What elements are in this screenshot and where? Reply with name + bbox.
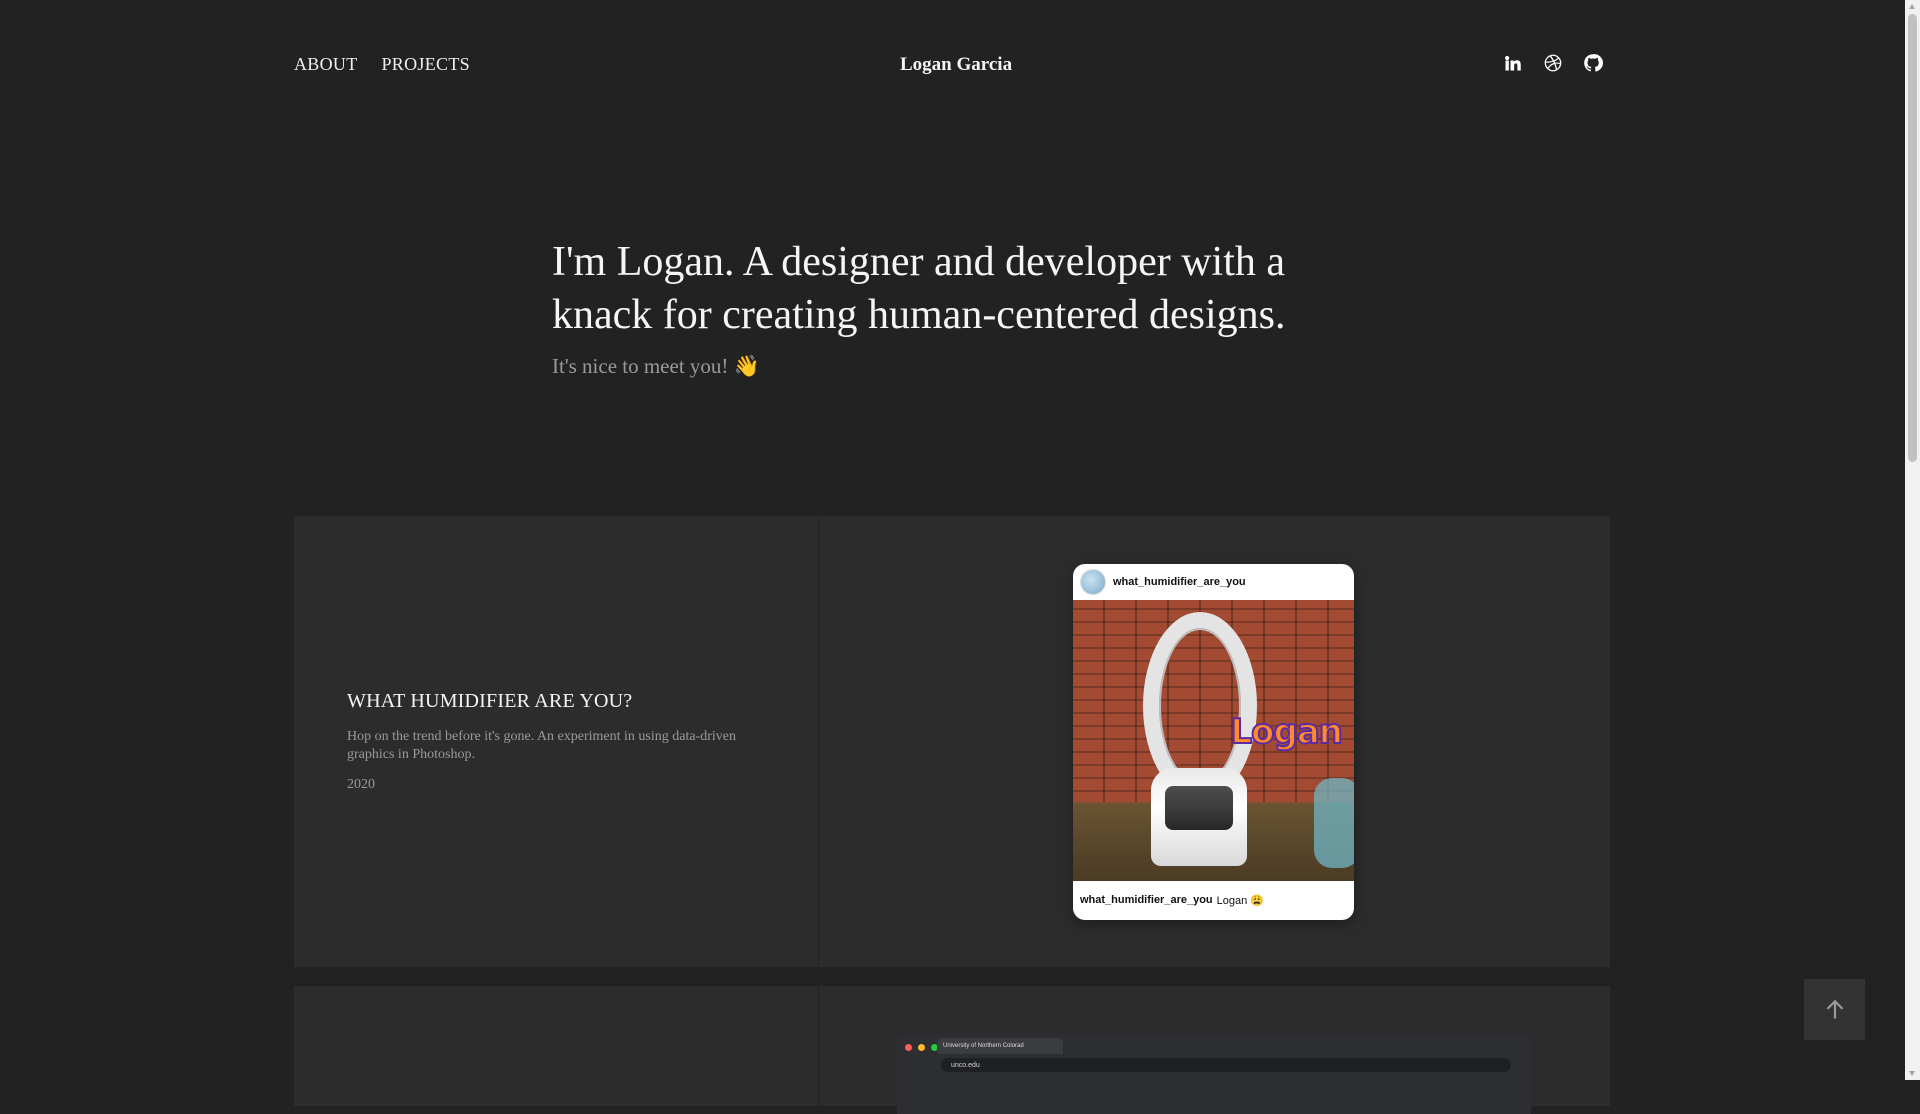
github-icon[interactable] [1582, 52, 1604, 74]
project-description: Hop on the trend before it's gone. An ex… [347, 729, 736, 762]
humidifier-photo: Logan [1073, 600, 1354, 881]
address-url: unco.edu [951, 1061, 980, 1069]
browser-tab: University of Northern Colorad [937, 1038, 1063, 1054]
project-card[interactable]: University of Northern Colorad unco.edu [294, 986, 1610, 1114]
caption-username: what_humidifier_are_you [1080, 894, 1213, 906]
tab-title: University of Northern Colorad [943, 1043, 1024, 1049]
linkedin-icon[interactable] [1502, 52, 1524, 74]
scroll-up-icon[interactable] [1909, 4, 1915, 9]
project-preview[interactable]: what_humidifier_are_you Logan what_humid… [819, 516, 1610, 967]
overlay-name-text: Logan [1229, 711, 1344, 753]
project-year: 2020 [347, 777, 375, 792]
humidifier-tank [1165, 786, 1233, 830]
project-info: WHAT HUMIDIFIER ARE YOU? Hop on the tren… [294, 516, 819, 967]
project-card[interactable]: WHAT HUMIDIFIER ARE YOU? Hop on the tren… [294, 516, 1610, 967]
nav-about-link[interactable]: ABOUT [294, 54, 358, 75]
site-brand[interactable]: Logan Garcia [900, 54, 1012, 76]
primary-nav: ABOUT PROJECTS [294, 54, 470, 75]
project-title[interactable]: WHAT HUMIDIFIER ARE YOU? [347, 690, 632, 713]
nav-projects-link[interactable]: PROJECTS [382, 54, 470, 75]
hero-section: I'm Logan. A designer and developer with… [552, 236, 1352, 379]
hero-subline: It's nice to meet you! 👋 [552, 354, 760, 378]
back-to-top-button[interactable] [1804, 979, 1865, 1040]
scroll-down-icon[interactable] [1909, 1071, 1915, 1076]
hero-headline: I'm Logan. A designer and developer with… [552, 239, 1286, 338]
instagram-post-image: what_humidifier_are_you Logan what_humid… [1073, 564, 1354, 920]
post-caption: what_humidifier_are_you Logan 😩 [1073, 881, 1354, 919]
post-header: what_humidifier_are_you [1073, 564, 1354, 600]
blue-bottle [1314, 778, 1354, 868]
scrollbar-thumb[interactable] [1908, 14, 1917, 462]
window-controls [905, 1044, 938, 1051]
page-scrollbar[interactable] [1905, 0, 1920, 1080]
post-username: what_humidifier_are_you [1113, 576, 1246, 588]
caption-text: Logan 😩 [1216, 894, 1264, 907]
avatar [1080, 569, 1106, 595]
project-preview[interactable]: University of Northern Colorad unco.edu [819, 986, 1610, 1114]
address-bar: unco.edu [941, 1058, 1511, 1072]
minimize-dot [918, 1044, 925, 1051]
close-dot [905, 1044, 912, 1051]
arrow-up-icon [1826, 999, 1843, 1019]
site-header: ABOUT PROJECTS Logan Garcia [0, 0, 1905, 130]
project-info [294, 986, 819, 1106]
browser-screenshot: University of Northern Colorad unco.edu [897, 1034, 1531, 1114]
dribbble-icon[interactable] [1542, 52, 1564, 74]
social-links [1502, 52, 1604, 74]
